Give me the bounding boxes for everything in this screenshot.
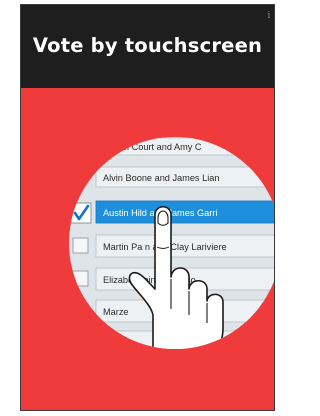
ballot-row-selected[interactable]: Austin Hild and James Garri bbox=[70, 200, 275, 224]
ballot-checkbox[interactable] bbox=[72, 136, 89, 152]
vote-card: Vote by touchscreen i Daniel Court and A… bbox=[20, 4, 275, 411]
ballot-checkbox[interactable] bbox=[72, 333, 89, 349]
header-bar: Vote by touchscreen i bbox=[21, 5, 274, 88]
ballot-row[interactable]: Martin Pa n and Clay Lariviere bbox=[72, 234, 275, 258]
ballot-row-label: Alvin Boone and James Lian bbox=[103, 173, 219, 183]
info-icon[interactable]: i bbox=[267, 11, 271, 21]
ballot-checkbox[interactable] bbox=[72, 237, 89, 254]
ballot-list: Daniel Court and Amy C Alvin Boone and J… bbox=[70, 136, 275, 349]
ballot-checkbox[interactable] bbox=[72, 302, 89, 319]
touchscreen-illustration: Daniel Court and Amy C Alvin Boone and J… bbox=[69, 136, 275, 349]
ballot-row[interactable]: Alvin Boone and James Lian bbox=[72, 166, 275, 188]
ballot-checkbox[interactable] bbox=[72, 167, 89, 184]
page-title: Vote by touchscreen bbox=[32, 34, 263, 57]
ballot-row[interactable]: Daniel Court and Amy C bbox=[72, 136, 275, 156]
ballot-row-label: Touc bbox=[103, 337, 123, 347]
ballot-row-label: Daniel Court and Amy C bbox=[103, 142, 202, 152]
ballot-checkbox[interactable] bbox=[72, 270, 89, 287]
ballot-row-label: Marze bbox=[103, 307, 129, 317]
